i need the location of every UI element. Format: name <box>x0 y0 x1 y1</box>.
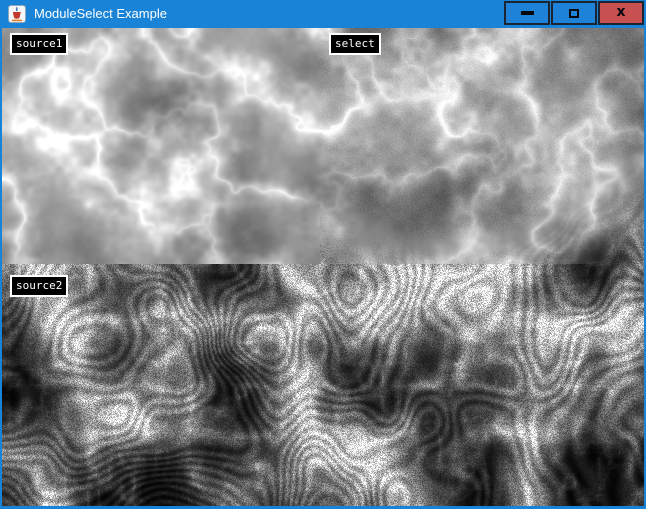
maximize-button[interactable] <box>551 1 597 25</box>
app-window: ModuleSelect Example x source1 select so… <box>0 0 646 509</box>
source1-label: source1 <box>10 33 68 55</box>
window-title: ModuleSelect Example <box>34 0 167 28</box>
source1-noise-image <box>2 28 320 264</box>
source2-noise-image <box>2 264 644 506</box>
select-label: select <box>329 33 381 55</box>
minimize-button[interactable] <box>504 1 550 25</box>
render-area: source1 select source2 <box>2 28 644 506</box>
java-coffee-cup-icon[interactable] <box>8 5 26 23</box>
titlebar[interactable]: ModuleSelect Example x <box>0 0 646 28</box>
window-controls: x <box>504 1 644 25</box>
close-button[interactable]: x <box>598 1 644 25</box>
source2-label: source2 <box>10 275 68 297</box>
java-coffee-cup-icon-svg <box>8 5 26 23</box>
maximize-icon <box>569 9 579 18</box>
close-icon: x <box>616 5 625 19</box>
minimize-icon <box>521 11 534 15</box>
